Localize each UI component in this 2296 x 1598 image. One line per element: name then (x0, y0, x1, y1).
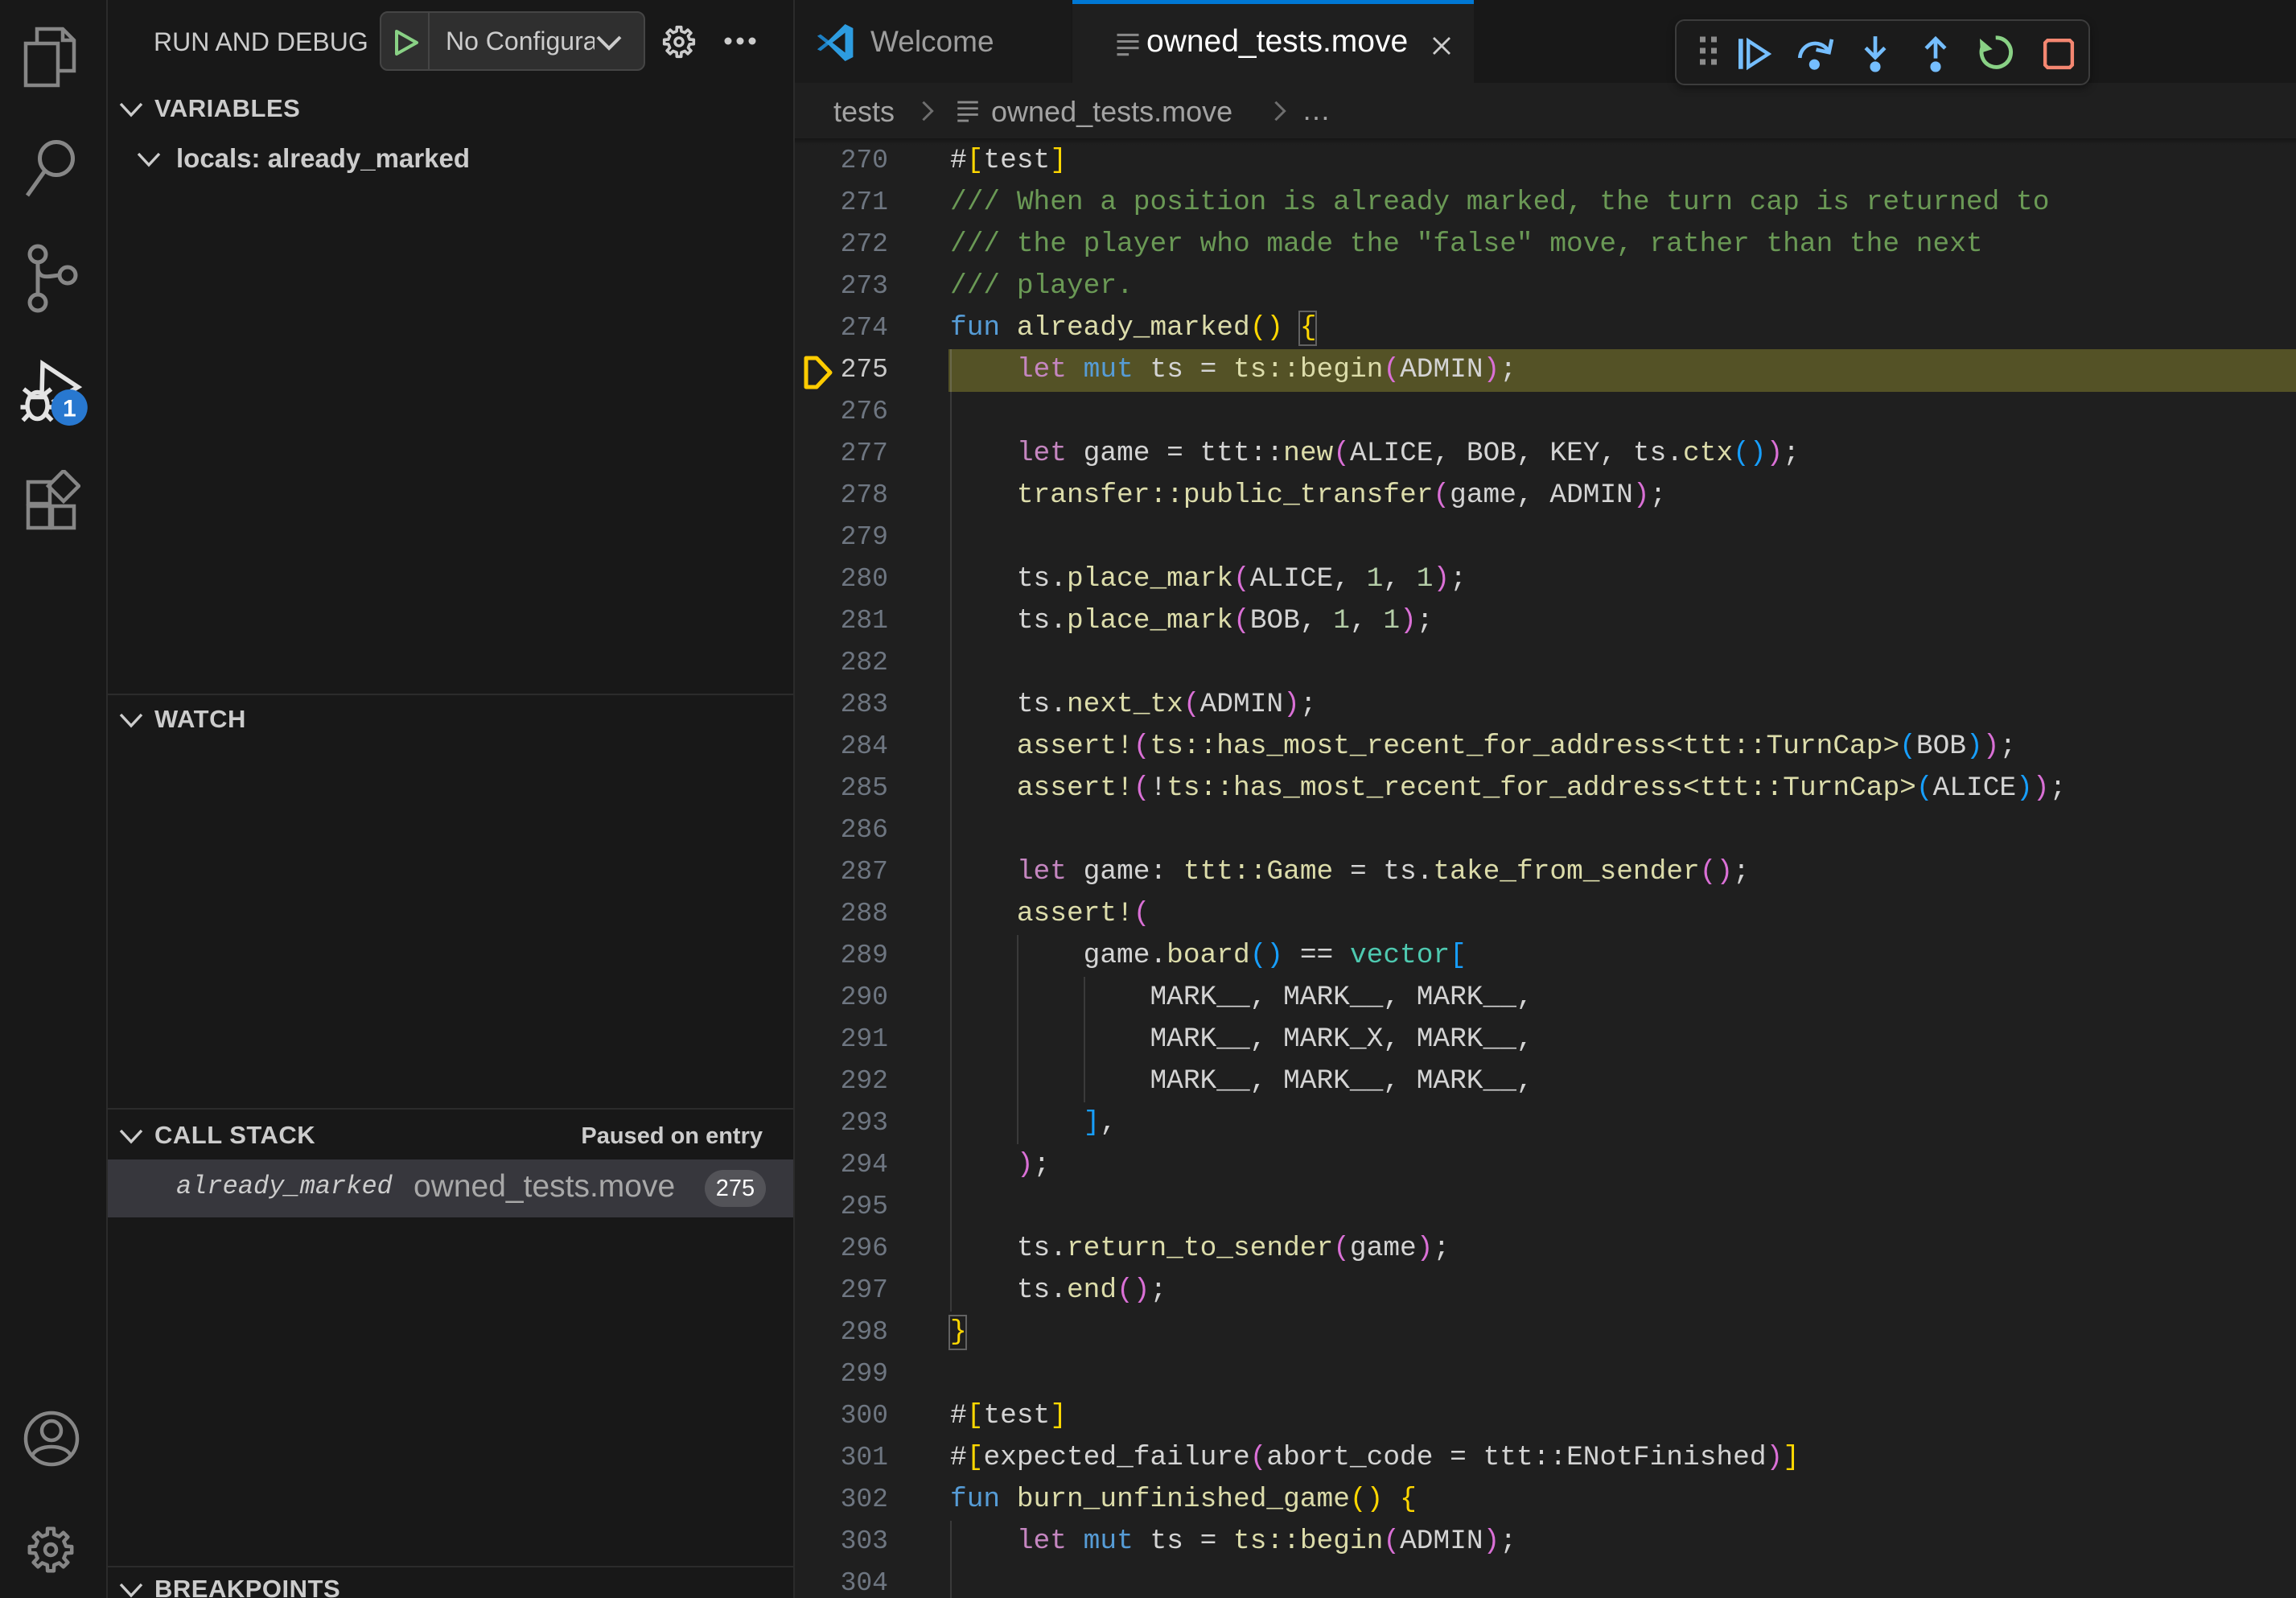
svg-text:1: 1 (63, 396, 76, 422)
